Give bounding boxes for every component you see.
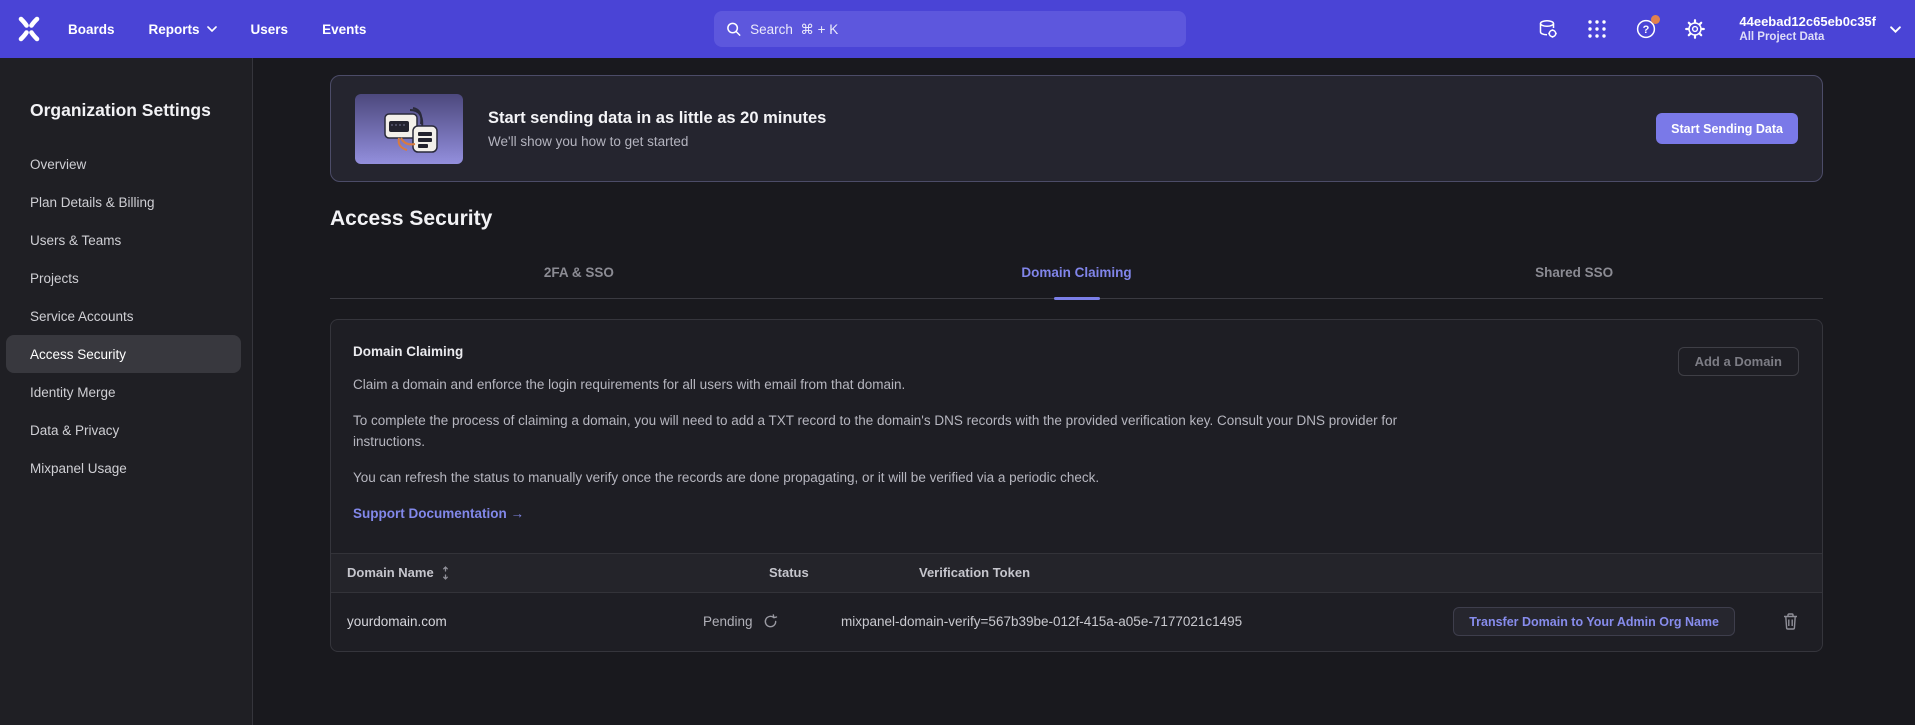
data-management-icon[interactable] — [1537, 18, 1559, 40]
tab-2fa-sso[interactable]: 2FA & SSO — [330, 265, 828, 298]
chevron-down-icon — [1890, 26, 1901, 33]
sidebar-item-service-accounts[interactable]: Service Accounts — [6, 297, 241, 335]
table-row: yourdomain.com Pending mixpanel-domain-v… — [331, 593, 1822, 651]
refresh-icon[interactable] — [763, 614, 778, 629]
access-security-tabs: 2FA & SSO Domain Claiming Shared SSO — [330, 265, 1823, 299]
domain-name-header-label: Domain Name — [347, 565, 434, 580]
transfer-domain-button[interactable]: Transfer Domain to Your Admin Org Name — [1453, 607, 1735, 636]
sidebar-item-users-teams[interactable]: Users & Teams — [6, 221, 241, 259]
nav-links: Boards Reports Users Events — [68, 22, 366, 37]
search-icon — [726, 21, 741, 37]
trash-icon — [1783, 613, 1798, 630]
nav-users[interactable]: Users — [251, 22, 289, 37]
sort-icon — [441, 566, 450, 580]
onboarding-banner: Start sending data in as little as 20 mi… — [330, 75, 1823, 182]
gear-icon[interactable] — [1684, 18, 1706, 40]
org-switcher[interactable]: 44eebad12c65eb0c35f All Project Data — [1739, 14, 1901, 45]
main-content: Start sending data in as little as 20 mi… — [253, 58, 1915, 725]
svg-text:?: ? — [1643, 24, 1650, 36]
verification-token-cell: mixpanel-domain-verify=567b39be-012f-415… — [841, 614, 1453, 629]
search-input[interactable] — [750, 22, 1174, 37]
sidebar-title: Organization Settings — [30, 100, 252, 121]
status-cell: Pending — [697, 614, 841, 629]
sidebar-item-overview[interactable]: Overview — [6, 145, 241, 183]
card-paragraph: To complete the process of claiming a do… — [353, 411, 1433, 453]
mixpanel-logo[interactable] — [0, 0, 58, 58]
domain-claiming-card: Add a Domain Domain Claiming Claim a dom… — [330, 319, 1823, 652]
banner-title: Start sending data in as little as 20 mi… — [488, 109, 826, 128]
global-search[interactable] — [714, 11, 1186, 47]
domain-name-cell: yourdomain.com — [347, 614, 697, 629]
domains-table-header: Domain Name Status Verification Token — [331, 553, 1822, 593]
column-header-domain-name[interactable]: Domain Name — [347, 565, 697, 580]
nav-events[interactable]: Events — [322, 22, 366, 37]
status-badge: Pending — [703, 614, 753, 629]
help-icon[interactable]: ? — [1635, 18, 1657, 40]
notification-dot — [1651, 15, 1660, 24]
settings-sidebar: Organization Settings Overview Plan Deta… — [0, 58, 253, 725]
mixpanel-logo-icon — [17, 16, 41, 42]
sidebar-item-data-privacy[interactable]: Data & Privacy — [6, 411, 241, 449]
banner-subtitle: We'll show you how to get started — [488, 134, 826, 149]
apps-grid-icon[interactable] — [1586, 18, 1608, 40]
sidebar-item-access-security[interactable]: Access Security — [6, 335, 241, 373]
sidebar-item-projects[interactable]: Projects — [6, 259, 241, 297]
nav-boards-label: Boards — [68, 22, 115, 37]
card-title: Domain Claiming — [353, 344, 1798, 359]
support-documentation-link[interactable]: Support Documentation → — [353, 506, 524, 521]
card-paragraph: Claim a domain and enforce the login req… — [353, 375, 1433, 396]
chevron-down-icon — [207, 26, 217, 32]
nav-users-label: Users — [251, 22, 289, 37]
nav-events-label: Events — [322, 22, 366, 37]
start-sending-data-button[interactable]: Start Sending Data — [1656, 113, 1798, 144]
column-header-status: Status — [697, 565, 841, 580]
top-navbar: Boards Reports Users Events — [0, 0, 1915, 58]
add-domain-button[interactable]: Add a Domain — [1678, 347, 1799, 376]
nav-reports[interactable]: Reports — [149, 22, 217, 37]
sidebar-item-mixpanel-usage[interactable]: Mixpanel Usage — [6, 449, 241, 487]
onboarding-illustration — [355, 94, 463, 164]
sidebar-item-plan-details-billing[interactable]: Plan Details & Billing — [6, 183, 241, 221]
nav-reports-label: Reports — [149, 22, 200, 37]
delete-domain-button[interactable] — [1783, 613, 1798, 630]
org-id: 44eebad12c65eb0c35f — [1739, 14, 1876, 30]
page-title: Access Security — [330, 207, 1823, 231]
card-paragraph: You can refresh the status to manually v… — [353, 468, 1433, 489]
tab-domain-claiming[interactable]: Domain Claiming — [828, 265, 1326, 298]
project-name: All Project Data — [1739, 30, 1876, 44]
tab-shared-sso[interactable]: Shared SSO — [1325, 265, 1823, 298]
nav-boards[interactable]: Boards — [68, 22, 115, 37]
sidebar-item-identity-merge[interactable]: Identity Merge — [6, 373, 241, 411]
column-header-verification-token: Verification Token — [841, 565, 1798, 580]
navbar-right: ? 44eebad12c65eb0c35f All Project Data — [1537, 0, 1901, 58]
